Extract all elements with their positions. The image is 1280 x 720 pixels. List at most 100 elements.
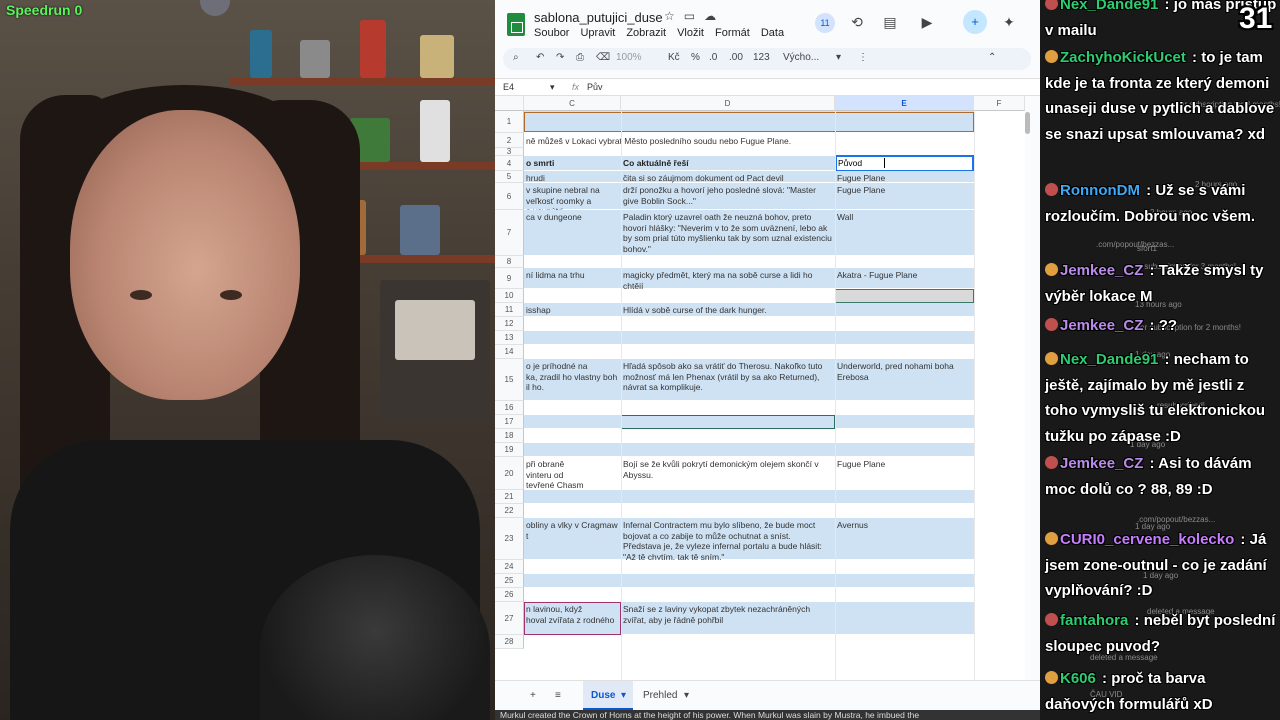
cell-e-row-23[interactable]: Avernus	[837, 520, 972, 560]
chat-username[interactable]: fantahora	[1060, 612, 1128, 629]
menu-format[interactable]: Formát	[715, 27, 750, 39]
cell-d-row-25[interactable]	[623, 576, 833, 588]
chevron-down-icon[interactable]: ▾	[550, 82, 555, 93]
meet-icon[interactable]: ▶	[915, 10, 939, 34]
cell-d-row-11[interactable]: Hlídá v sobě curse of the dark hunger.	[623, 305, 833, 317]
collaborator-cursor-cell[interactable]	[524, 602, 621, 635]
undo-icon[interactable]: ↶	[536, 52, 544, 63]
active-cell-editor[interactable]: Původ	[838, 158, 898, 169]
document-title[interactable]: sablona_putujici_duse	[534, 10, 663, 25]
collapse-toolbar-icon[interactable]: ⌃	[988, 52, 996, 63]
cell-d-row-20[interactable]: Bojí se že kvůli pokrytí demonickým olej…	[623, 459, 833, 490]
row-header[interactable]: 17	[495, 415, 524, 429]
cell-e-row-19[interactable]	[837, 445, 972, 457]
cell-d-row-21[interactable]	[623, 492, 833, 504]
cell-e-row-27[interactable]	[837, 604, 972, 635]
cell-d-row-6[interactable]: drží ponožku a hovorí jeho posledné slov…	[623, 185, 833, 210]
cell-e-row-7[interactable]: Wall	[837, 212, 972, 256]
search-icon[interactable]: ⌕	[513, 52, 519, 63]
vertical-scrollbar[interactable]	[1025, 112, 1030, 134]
menu-view[interactable]: Zobrazit	[626, 27, 666, 39]
cell-d-row-18[interactable]	[623, 431, 833, 443]
cell-d-row-9[interactable]: magicky předmět, který ma na sobě curse …	[623, 270, 833, 289]
name-box[interactable]: E4	[503, 82, 514, 92]
cell-e-row-8[interactable]	[837, 258, 972, 268]
row-header[interactable]: 8	[495, 256, 524, 268]
currency-format-button[interactable]: Kč	[668, 52, 680, 63]
cell-d-row-8[interactable]	[623, 258, 833, 268]
cell-c-row-18[interactable]	[526, 431, 619, 443]
row-header[interactable]: 19	[495, 443, 524, 457]
row-header[interactable]: 1	[495, 111, 524, 133]
tab-duse[interactable]: Duse	[591, 690, 615, 701]
cell-d-row-16[interactable]	[623, 403, 833, 415]
cell-c-row-17[interactable]	[526, 417, 619, 429]
row-header[interactable]: 4	[495, 156, 524, 171]
row-header[interactable]: 25	[495, 574, 524, 588]
tab-prehled[interactable]: Prehled	[643, 690, 677, 701]
column-header-d[interactable]: D	[621, 96, 835, 111]
cell-c-row-11[interactable]: isshap	[526, 305, 619, 317]
cell-c-row-15[interactable]: o je príhodné na ka, zradil ho vlastny b…	[526, 361, 619, 401]
star-icon[interactable]: ☆	[664, 9, 684, 23]
chevron-down-icon[interactable]: ▾	[621, 690, 626, 701]
number-format-button[interactable]: 123	[753, 52, 770, 63]
cell-e-row-16[interactable]	[837, 403, 972, 415]
cell-d-row-28[interactable]	[623, 637, 833, 649]
select-all-corner[interactable]	[495, 96, 524, 111]
cell-c-row-19[interactable]	[526, 445, 619, 457]
chat-username[interactable]: Jemkee_CZ	[1060, 262, 1143, 279]
cell-e-row-11[interactable]	[837, 305, 972, 317]
row-header[interactable]: 7	[495, 210, 524, 256]
cell-e-row-9[interactable]: Akatra - Fugue Plane	[837, 270, 972, 289]
row-header[interactable]: 21	[495, 490, 524, 504]
cell-c-row-24[interactable]	[526, 562, 619, 574]
cell-d-row-13[interactable]	[623, 333, 833, 345]
cell-d-row-14[interactable]	[623, 347, 833, 359]
cell-d-row-4[interactable]: Co aktuálně řeší	[623, 158, 833, 171]
history-icon[interactable]: ⟲	[845, 10, 869, 34]
row-header[interactable]: 11	[495, 303, 524, 317]
cell-c-row-7[interactable]: ca v dungeone	[526, 212, 619, 256]
print-icon[interactable]: ⎙	[576, 52, 584, 63]
redo-icon[interactable]: ↷	[556, 52, 564, 63]
cell-c-row-10[interactable]	[526, 291, 619, 303]
row-header[interactable]: 6	[495, 183, 524, 210]
cell-d-row-26[interactable]	[623, 590, 833, 602]
row-header[interactable]: 22	[495, 504, 524, 518]
row-header[interactable]: 20	[495, 457, 524, 490]
gemini-icon[interactable]: ✦	[997, 10, 1021, 34]
collaborator-cursor-cell[interactable]	[621, 415, 835, 429]
cell-c-row-16[interactable]	[526, 403, 619, 415]
column-header-c[interactable]: C	[524, 96, 621, 111]
move-folder-icon[interactable]: ▭	[684, 9, 704, 23]
menu-insert[interactable]: Vložit	[677, 27, 704, 39]
column-header-e[interactable]: E	[835, 96, 974, 111]
cell-e-row-26[interactable]	[837, 590, 972, 602]
cell-d-row-7[interactable]: Paladin ktorý uzavrel oath že neuzná boh…	[623, 212, 833, 256]
row-header[interactable]: 5	[495, 171, 524, 183]
spreadsheet-grid[interactable]: C D E F 1 2 ně můžeš v Lokaci vybrat Město…	[495, 96, 1025, 680]
cell-e-row-28[interactable]	[837, 637, 972, 649]
cell-e-row-18[interactable]	[837, 431, 972, 443]
percent-format-button[interactable]: %	[691, 52, 700, 63]
cell-c-row-25[interactable]	[526, 576, 619, 588]
font-select[interactable]: Výcho...	[783, 52, 819, 63]
row-header[interactable]: 9	[495, 268, 524, 289]
cell-e-row-20[interactable]: Fugue Plane	[837, 459, 972, 490]
column-header-f[interactable]: F	[974, 96, 1025, 111]
cell-e-row-12[interactable]	[837, 319, 972, 331]
row-header[interactable]: 24	[495, 560, 524, 574]
decrease-decimal-button[interactable]: .0	[709, 52, 717, 63]
cell-c-row-4[interactable]: o smrti	[526, 158, 619, 171]
cell-e-row-2[interactable]	[837, 135, 972, 148]
more-options-icon[interactable]: ⋮	[858, 52, 868, 63]
cell-c-row-13[interactable]	[526, 333, 619, 345]
cell-d-row-22[interactable]	[623, 506, 833, 518]
cell-d-row-15[interactable]: Hľadá spôsob ako sa vrátiť do Therosu. N…	[623, 361, 833, 401]
cell-c-row-12[interactable]	[526, 319, 619, 331]
menu-edit[interactable]: Upravit	[580, 27, 615, 39]
cell-e-row-21[interactable]	[837, 492, 972, 504]
chat-username[interactable]: RonnonDM	[1060, 182, 1140, 199]
row-header[interactable]: 2	[495, 133, 524, 148]
